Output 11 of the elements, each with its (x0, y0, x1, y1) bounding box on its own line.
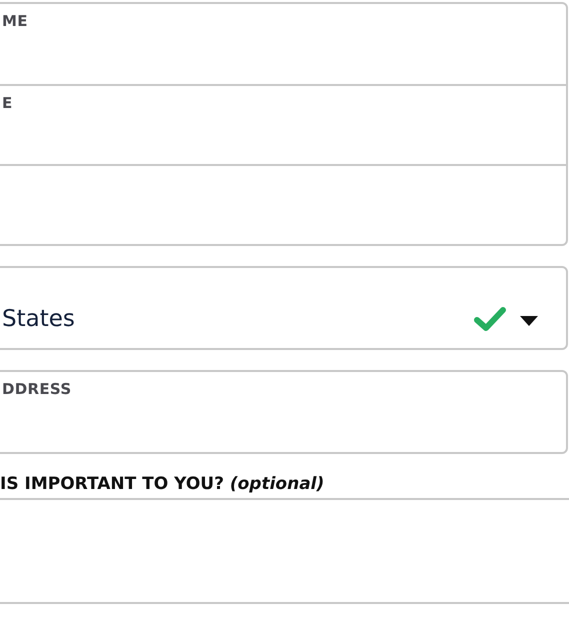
field-label: E (2, 94, 14, 112)
input-field[interactable]: DDRESS (0, 372, 566, 452)
question-label: IS IMPORTANT TO YOU? (optional) (0, 474, 324, 494)
field-label: DDRESS (2, 380, 72, 398)
input-field[interactable]: ME (0, 4, 566, 84)
input-field[interactable]: E (0, 84, 566, 164)
field-label: ME (2, 12, 29, 30)
field-value: States (2, 306, 75, 332)
caret-icon (520, 316, 538, 326)
answer-box[interactable] (0, 498, 569, 604)
country-select[interactable]: States (0, 268, 566, 348)
